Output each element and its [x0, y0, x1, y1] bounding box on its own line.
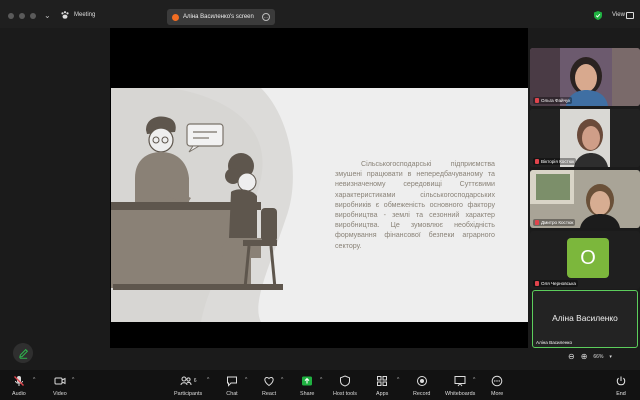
- whiteboard-icon: [454, 376, 466, 387]
- close-window-button[interactable]: [8, 13, 14, 19]
- whiteboards-options-caret[interactable]: ^: [473, 377, 475, 383]
- react-options-caret[interactable]: ^: [281, 377, 283, 383]
- people-icon: [180, 376, 192, 386]
- minimize-window-button[interactable]: [19, 13, 25, 19]
- slide-illustration: [111, 88, 293, 322]
- title-bar: ⌄ Meeting Аліна Василенко's screen … Vie…: [0, 0, 640, 28]
- end-meeting-button[interactable]: End: [615, 375, 627, 397]
- zoom-window-button[interactable]: [30, 13, 36, 19]
- apps-label: Apps: [376, 391, 389, 397]
- grid-view-icon[interactable]: [626, 12, 634, 19]
- apps-button[interactable]: Apps: [376, 375, 388, 397]
- sharing-indicator-icon: [172, 13, 179, 21]
- paw-icon: [61, 11, 69, 19]
- participant-avatar: О: [567, 238, 609, 278]
- mic-muted-icon: [535, 220, 539, 225]
- apps-icon: [377, 376, 388, 386]
- participant-name: Оля Черновська: [541, 281, 576, 286]
- meeting-title-label: Meeting: [74, 12, 96, 18]
- shield-icon: [339, 375, 350, 387]
- participant-name-tag: Вікторія Костюк: [533, 158, 577, 165]
- participant-name-tag: Дмитро Костюк: [533, 219, 576, 226]
- video-button[interactable]: Video: [53, 375, 67, 397]
- active-speaker-name: Аліна Василенко: [552, 313, 618, 323]
- slide-paragraph: Сільськогосподарські підприємства змушен…: [335, 160, 495, 250]
- chat-icon: [227, 376, 237, 387]
- mic-muted-icon: [535, 281, 539, 286]
- mic-muted-icon: [535, 98, 539, 103]
- heart-icon: [264, 376, 274, 387]
- host-tools-button[interactable]: Host tools: [333, 375, 357, 397]
- end-label: End: [616, 391, 626, 397]
- participant-name-tag: Оля Черновська: [533, 280, 578, 287]
- record-icon: [416, 376, 427, 386]
- participant-tile[interactable]: Дмитро Костюк: [530, 170, 640, 228]
- view-menu-label[interactable]: View: [612, 12, 625, 18]
- more-button[interactable]: More: [491, 375, 503, 397]
- participants-label: Participants: [174, 391, 203, 397]
- audio-button[interactable]: Audio: [12, 375, 26, 397]
- meeting-title[interactable]: Meeting: [60, 10, 95, 20]
- whiteboards-label: Whiteboards: [445, 391, 476, 397]
- participant-tile[interactable]: О Оля Черновська: [530, 231, 640, 289]
- more-icon: [491, 375, 503, 387]
- zoom-level[interactable]: 66%: [593, 354, 603, 360]
- more-label: More: [491, 391, 504, 397]
- participants-button[interactable]: 6 Participants: [174, 375, 202, 397]
- share-label: Share: [300, 391, 315, 397]
- shared-screen-label: Аліна Василенко's screen: [183, 14, 254, 20]
- mic-muted-icon: [535, 159, 539, 164]
- participant-name-tag: Аліна Василенко: [536, 340, 573, 345]
- video-label: Video: [53, 391, 67, 397]
- shared-screen-pill[interactable]: Аліна Василенко's screen …: [167, 9, 275, 25]
- share-button[interactable]: Share: [300, 375, 314, 397]
- zoom-out-icon[interactable]: ⊖: [568, 353, 575, 361]
- host-tools-label: Host tools: [333, 391, 357, 397]
- participant-name: Вікторія Костюк: [541, 159, 575, 164]
- chat-button[interactable]: Chat: [226, 375, 238, 397]
- gallery-zoom-control: ⊖ ⊕ 66% ▾: [568, 353, 612, 361]
- whiteboards-button[interactable]: Whiteboards: [445, 375, 475, 397]
- presentation-slide: Сільськогосподарські підприємства змушен…: [111, 88, 528, 322]
- zoom-in-icon[interactable]: ⊕: [581, 353, 588, 361]
- video-options-caret[interactable]: ^: [72, 377, 74, 383]
- shield-check-icon[interactable]: [594, 11, 602, 20]
- participants-options-caret[interactable]: ^: [207, 377, 209, 383]
- participant-name: Ольга Файчук: [541, 98, 571, 103]
- audio-options-caret[interactable]: ^: [33, 377, 35, 383]
- share-screen-icon: [302, 376, 313, 386]
- view-options-icon[interactable]: …: [262, 13, 270, 21]
- record-button[interactable]: Record: [413, 375, 430, 397]
- chat-label: Chat: [226, 391, 238, 397]
- participant-name: Дмитро Костюк: [541, 220, 574, 225]
- chevron-down-icon[interactable]: ▾: [609, 354, 612, 360]
- participant-name-tag: Ольга Файчук: [533, 97, 573, 104]
- react-label: React: [262, 391, 277, 397]
- react-button[interactable]: React: [262, 375, 276, 397]
- record-label: Record: [413, 391, 431, 397]
- participants-count: 6: [193, 378, 197, 384]
- pencil-icon: [18, 348, 28, 359]
- audio-label: Audio: [12, 391, 26, 397]
- annotate-button[interactable]: [13, 343, 33, 363]
- meeting-toolbar: Audio ^ Video ^ 6 Participants ^ Chat ^ …: [0, 370, 640, 400]
- participant-tile[interactable]: Вікторія Костюк: [530, 109, 640, 167]
- mic-muted-icon: [13, 376, 24, 386]
- share-options-caret[interactable]: ^: [320, 377, 322, 383]
- active-speaker-tile[interactable]: Аліна Василенко Аліна Василенко: [532, 290, 638, 348]
- power-icon: [616, 376, 626, 386]
- camera-icon: [54, 377, 66, 385]
- participant-tile[interactable]: Ольга Файчук: [530, 48, 640, 106]
- chat-options-caret[interactable]: ^: [245, 377, 247, 383]
- chevron-down-icon[interactable]: ⌄: [44, 11, 51, 20]
- apps-options-caret[interactable]: ^: [397, 377, 399, 383]
